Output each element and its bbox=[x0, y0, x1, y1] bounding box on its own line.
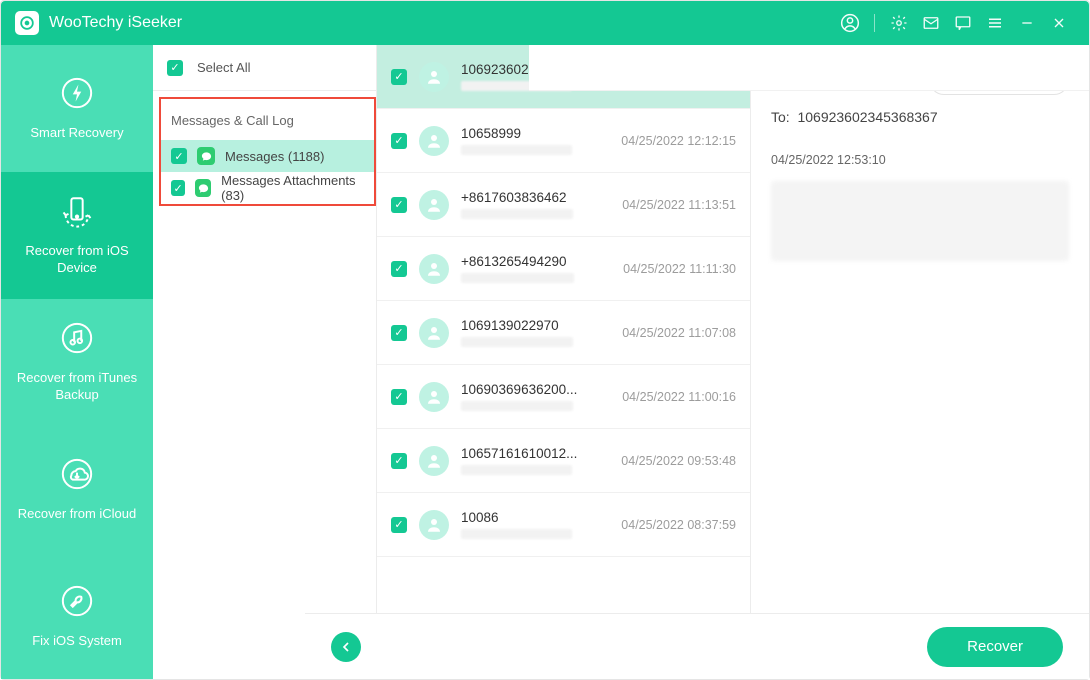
category-label: Messages (1188) bbox=[225, 149, 324, 164]
detail-to-value: 106923602345368367 bbox=[797, 109, 937, 125]
message-thread[interactable]: ✓ +8617603836462 04/25/2022 11:13:51 bbox=[377, 173, 750, 237]
bolt-circle-icon bbox=[60, 76, 94, 115]
category-panel: ✓ Select All Messages & Call Log ✓ Messa… bbox=[153, 45, 377, 613]
arrow-left-icon bbox=[338, 639, 354, 655]
checkbox[interactable]: ✓ bbox=[171, 180, 185, 196]
menu-icon[interactable] bbox=[979, 7, 1011, 39]
thread-preview bbox=[461, 209, 573, 219]
sidebar-item-smart-recovery[interactable]: Smart Recovery bbox=[1, 45, 153, 172]
sidebar-item-label: Recover from iTunes Backup bbox=[9, 370, 145, 404]
sidebar-item-recover-ios-device[interactable]: Recover from iOS Device bbox=[1, 172, 153, 299]
wrench-circle-icon bbox=[60, 584, 94, 623]
sidebar-item-recover-icloud[interactable]: Recover from iCloud bbox=[1, 426, 153, 553]
checkbox[interactable]: ✓ bbox=[391, 517, 407, 533]
checkbox[interactable]: ✓ bbox=[391, 453, 407, 469]
detail-panel: To: 106923602345368367 04/25/2022 12:53:… bbox=[751, 45, 1089, 613]
category-highlight-box: Messages & Call Log ✓ Messages (1188) ✓ bbox=[159, 97, 376, 206]
message-thread[interactable]: ✓ 10657161610012... 04/25/2022 09:53:48 bbox=[377, 429, 750, 493]
avatar bbox=[419, 510, 449, 540]
detail-to-label: To: bbox=[771, 109, 790, 125]
select-all-label: Select All bbox=[197, 60, 250, 75]
thread-title: 10657161610012... bbox=[461, 446, 609, 461]
message-list-panel: ✓10692360234536...04/25/2022 12:53:10✓10… bbox=[377, 45, 751, 613]
detail-timestamp: 04/25/2022 12:53:10 bbox=[771, 153, 1069, 167]
gear-icon[interactable] bbox=[883, 7, 915, 39]
detail-message-body bbox=[771, 181, 1069, 261]
checkbox[interactable]: ✓ bbox=[171, 148, 187, 164]
checkbox[interactable]: ✓ bbox=[391, 389, 407, 405]
cloud-download-icon bbox=[60, 457, 94, 496]
thread-title: 10658999 bbox=[461, 126, 609, 141]
thread-preview bbox=[461, 529, 572, 539]
thread-title: +8617603836462 bbox=[461, 190, 610, 205]
thread-title: 10086 bbox=[461, 510, 609, 525]
avatar bbox=[419, 446, 449, 476]
messages-app-icon bbox=[197, 147, 215, 165]
app-title: WooTechy iSeeker bbox=[49, 14, 182, 32]
category-label: Messages Attachments (83) bbox=[221, 173, 364, 203]
phone-refresh-icon bbox=[60, 194, 94, 233]
sidebar-item-label: Recover from iCloud bbox=[18, 506, 137, 523]
avatar bbox=[419, 318, 449, 348]
app-logo bbox=[15, 11, 39, 35]
thread-title: 10690369636200... bbox=[461, 382, 610, 397]
avatar bbox=[419, 126, 449, 156]
avatar bbox=[419, 190, 449, 220]
category-messages-attachments[interactable]: ✓ Messages Attachments (83) bbox=[161, 172, 374, 204]
recover-button[interactable]: Recover bbox=[927, 627, 1063, 667]
sidebar: Smart Recovery Recover from iOS Device R… bbox=[1, 45, 153, 679]
sidebar-item-label: Recover from iOS Device bbox=[9, 243, 145, 277]
sidebar-item-fix-ios[interactable]: Fix iOS System bbox=[1, 553, 153, 680]
message-thread[interactable]: ✓ 10690369636200... 04/25/2022 11:00:16 bbox=[377, 365, 750, 429]
checkbox[interactable]: ✓ bbox=[391, 261, 407, 277]
thread-preview bbox=[461, 273, 574, 283]
checkbox[interactable]: ✓ bbox=[391, 133, 407, 149]
detail-to-line: To: 106923602345368367 bbox=[771, 109, 1069, 125]
avatar bbox=[419, 382, 449, 412]
select-all-checkbox[interactable]: ✓ bbox=[167, 60, 183, 76]
feedback-icon[interactable] bbox=[947, 7, 979, 39]
checkbox[interactable]: ✓ bbox=[391, 197, 407, 213]
mail-icon[interactable] bbox=[915, 7, 947, 39]
thread-preview bbox=[461, 337, 573, 347]
music-refresh-icon bbox=[60, 321, 94, 360]
title-bar: WooTechy iSeeker bbox=[1, 1, 1089, 45]
account-icon[interactable] bbox=[834, 7, 866, 39]
checkbox[interactable]: ✓ bbox=[391, 325, 407, 341]
thread-time: 04/25/2022 12:12:15 bbox=[621, 134, 736, 148]
sidebar-item-label: Smart Recovery bbox=[30, 125, 123, 142]
thread-title: +8613265494290 bbox=[461, 254, 611, 269]
checkbox[interactable]: ✓ bbox=[391, 69, 407, 85]
thread-preview bbox=[461, 465, 572, 475]
minimize-icon[interactable] bbox=[1011, 7, 1043, 39]
message-thread[interactable]: ✓ 10086 04/25/2022 08:37:59 bbox=[377, 493, 750, 557]
thread-title: 1069139022970 bbox=[461, 318, 610, 333]
thread-time: 04/25/2022 11:00:16 bbox=[622, 390, 736, 404]
thread-time: 04/25/2022 08:37:59 bbox=[621, 518, 736, 532]
thread-time: 04/25/2022 11:11:30 bbox=[623, 262, 736, 276]
thread-time: 04/25/2022 09:53:48 bbox=[621, 454, 736, 468]
message-thread[interactable]: ✓ 10658999 04/25/2022 12:12:15 bbox=[377, 109, 750, 173]
sidebar-item-recover-itunes[interactable]: Recover from iTunes Backup bbox=[1, 299, 153, 426]
category-group-header: Messages & Call Log bbox=[161, 99, 374, 140]
thread-time: 04/25/2022 11:13:51 bbox=[622, 198, 736, 212]
thread-time: 04/25/2022 11:07:08 bbox=[622, 326, 736, 340]
select-all-row[interactable]: ✓ Select All bbox=[153, 45, 376, 91]
thread-preview bbox=[461, 401, 573, 411]
category-messages[interactable]: ✓ Messages (1188) bbox=[161, 140, 374, 172]
list-toolbar bbox=[529, 45, 1089, 91]
avatar bbox=[419, 62, 449, 92]
messages-app-icon bbox=[195, 179, 211, 197]
close-icon[interactable] bbox=[1043, 7, 1075, 39]
back-button[interactable] bbox=[331, 632, 361, 662]
thread-preview bbox=[461, 145, 572, 155]
footer-bar: Recover bbox=[305, 613, 1089, 679]
message-thread[interactable]: ✓ 1069139022970 04/25/2022 11:07:08 bbox=[377, 301, 750, 365]
sidebar-item-label: Fix iOS System bbox=[32, 633, 122, 650]
message-thread[interactable]: ✓ +8613265494290 04/25/2022 11:11:30 bbox=[377, 237, 750, 301]
avatar bbox=[419, 254, 449, 284]
